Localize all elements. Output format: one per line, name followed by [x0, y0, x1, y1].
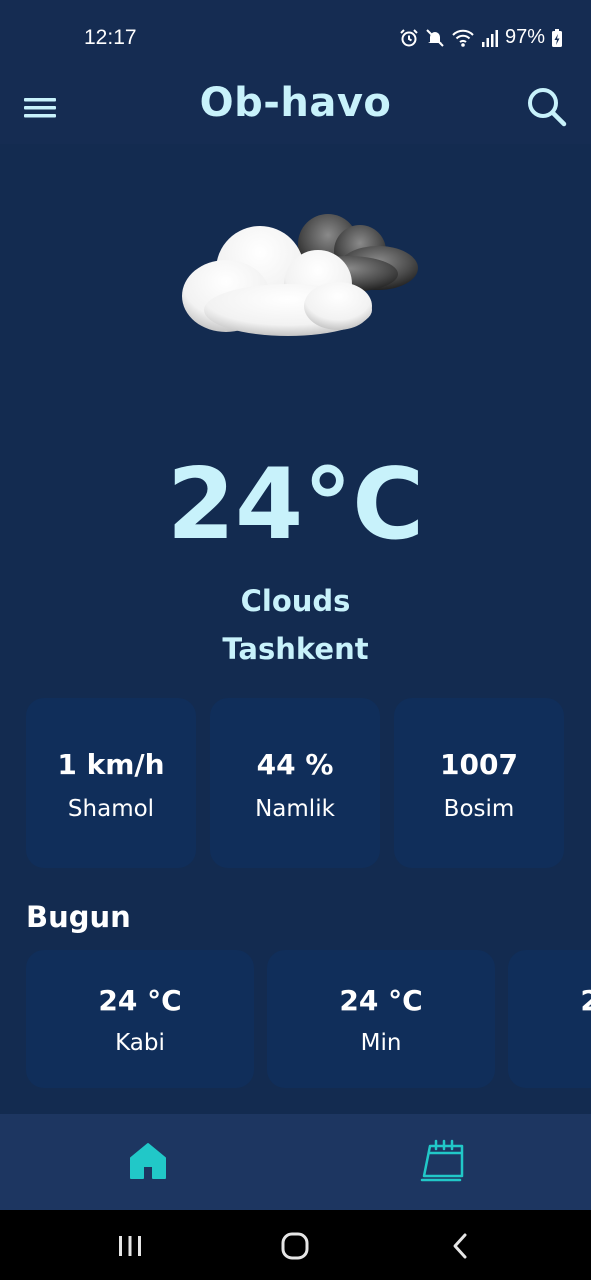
nav-home-button[interactable]: [125, 1138, 171, 1184]
status-icons: 97%: [399, 26, 563, 49]
humidity-card: 44 % Namlik: [210, 698, 380, 868]
pressure-label: Bosim: [443, 796, 515, 822]
pressure-value: 1007: [440, 748, 518, 781]
humidity-label: Namlik: [255, 796, 335, 822]
mute-icon: [426, 28, 444, 47]
today-card-min: 24 °C Min: [267, 950, 495, 1088]
bottom-navigation: [0, 1114, 591, 1210]
calendar-icon: [420, 1139, 464, 1182]
back-chevron-icon: [453, 1233, 467, 1259]
today-min-label: Min: [360, 1030, 402, 1056]
app-title: Ob-havo: [199, 80, 392, 126]
wind-card: 1 km/h Shamol: [26, 698, 196, 868]
battery-charging-icon: [552, 28, 562, 47]
battery-percent: 97%: [504, 26, 545, 48]
wind-value: 1 km/h: [57, 748, 165, 781]
today-section-title: Bugun: [26, 900, 131, 934]
cloudy-icon: [182, 214, 418, 336]
weather-condition-icon: [178, 206, 422, 346]
today-min-value: 24 °C: [339, 984, 423, 1017]
home-icon: [130, 1143, 166, 1179]
recent-apps-icon: [119, 1236, 141, 1256]
system-navigation-bar: [0, 1210, 591, 1280]
today-max-value: 24 °C: [98, 984, 182, 1017]
weather-condition: Clouds: [240, 584, 351, 618]
today-card-max: 24 °C Kabi: [26, 950, 254, 1088]
back-button[interactable]: [443, 1228, 479, 1264]
humidity-value: 44 %: [256, 748, 334, 781]
search-icon: [528, 88, 567, 127]
wifi-icon: [452, 29, 474, 47]
today-cards-scroller[interactable]: 24 °C Kabi 24 °C Min 24 °C: [0, 950, 591, 1088]
alarm-icon: [400, 28, 418, 46]
status-time: 12:17: [84, 26, 137, 49]
city-name: Tashkent: [222, 632, 369, 666]
pressure-card: 1007 Bosim: [394, 698, 564, 868]
today-third-value: 24 °C: [580, 984, 591, 1017]
home-system-button[interactable]: [277, 1228, 313, 1264]
wind-label: Shamol: [67, 796, 155, 822]
current-temperature: 24°C: [166, 448, 425, 562]
signal-icon: [481, 29, 498, 47]
recent-apps-button[interactable]: [112, 1228, 148, 1264]
home-circle-icon: [281, 1232, 309, 1260]
today-card-third: 24 °C: [508, 950, 591, 1088]
today-max-label: Kabi: [115, 1030, 165, 1056]
status-bar: 12:17 97%: [0, 0, 591, 72]
search-button[interactable]: [524, 84, 570, 130]
nav-calendar-button[interactable]: [420, 1138, 468, 1184]
app-bar: Ob-havo: [0, 72, 591, 144]
